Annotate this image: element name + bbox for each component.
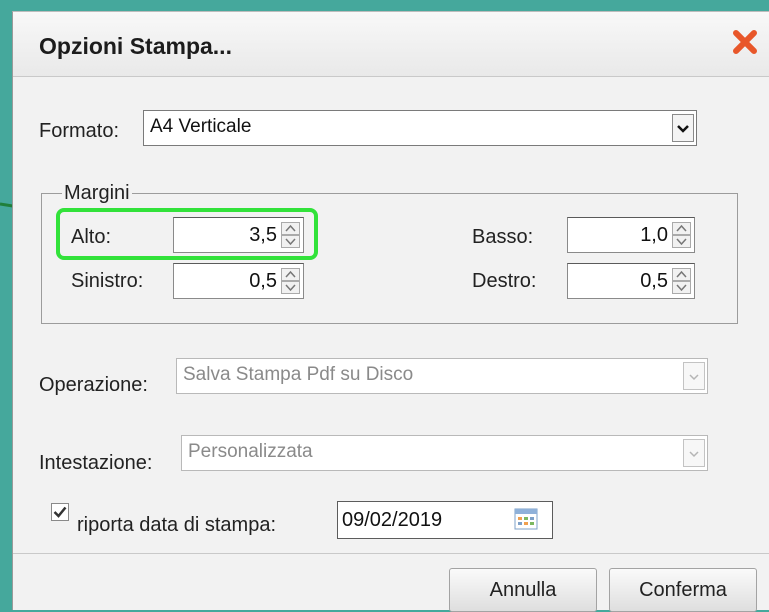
intestazione-value: Personalizzata [188,441,313,462]
intestazione-select[interactable]: Personalizzata [181,435,708,471]
date-input[interactable]: 09/02/2019 [337,501,553,539]
operazione-value: Salva Stampa Pdf su Disco [183,364,414,385]
checkbox-checked-icon[interactable] [51,503,69,521]
annulla-button[interactable]: Annulla [449,568,597,612]
operazione-label: Operazione: [39,374,148,396]
print-options-dialog: Opzioni Stampa... Formato: A4 Verticale … [12,11,769,612]
dialog-title: Opzioni Stampa... [39,33,232,59]
chevron-down-icon[interactable] [672,114,694,142]
spinner-arrows-icon[interactable] [672,268,691,294]
conferma-button[interactable]: Conferma [609,568,757,612]
formato-value: A4 Verticale [150,116,252,137]
sinistro-value: 0,5 [249,270,277,292]
chevron-down-icon[interactable] [683,362,705,390]
chevron-down-icon[interactable] [683,439,705,467]
destro-value: 0,5 [640,270,668,292]
footer-divider [13,553,769,554]
spinner-arrows-icon[interactable] [672,222,691,248]
formato-select[interactable]: A4 Verticale [143,110,697,146]
date-value: 09/02/2019 [342,509,443,531]
dialog-titlebar: Opzioni Stampa... [13,12,769,77]
formato-label: Formato: [39,120,120,142]
margini-legend: Margini [64,182,130,204]
basso-label: Basso: [472,226,534,248]
sinistro-spinner[interactable]: 0,5 [173,263,304,299]
calendar-icon[interactable] [514,508,538,530]
intestazione-label: Intestazione: [39,452,153,474]
sinistro-label: Sinistro: [71,270,144,292]
close-icon[interactable] [731,28,759,56]
spinner-arrows-icon[interactable] [281,268,300,294]
basso-value: 1,0 [640,224,668,246]
operazione-select[interactable]: Salva Stampa Pdf su Disco [176,358,708,394]
destro-label: Destro: [472,270,537,292]
highlight-frame [56,208,318,260]
destro-spinner[interactable]: 0,5 [567,263,695,299]
basso-spinner[interactable]: 1,0 [567,217,695,253]
data-stampa-label: riporta data di stampa: [77,514,276,536]
